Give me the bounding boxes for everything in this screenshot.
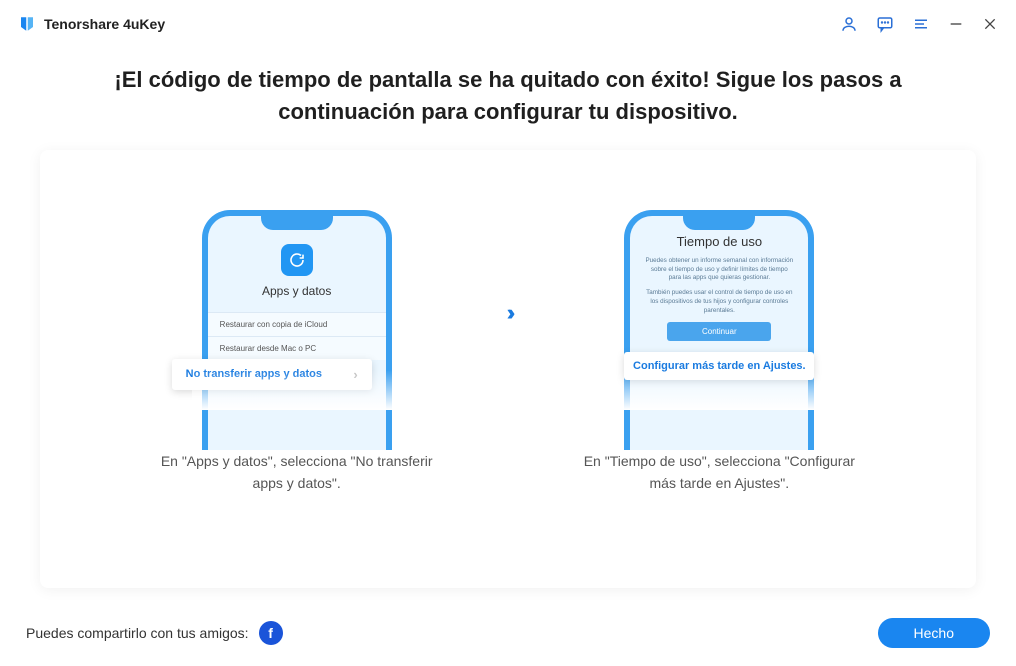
page-heading: ¡El código de tiempo de pantalla se ha q…	[0, 44, 1016, 150]
titlebar: Tenorshare 4uKey	[0, 0, 1016, 44]
phone2-continue: Continuar	[667, 322, 771, 341]
phone-notch	[683, 216, 755, 230]
double-chevron-icon: ››	[507, 300, 510, 326]
phone2-text-2: También puedes usar el control de tiempo…	[644, 289, 794, 315]
phone2-text-1: Puedes obtener un informe semanal con in…	[644, 257, 794, 283]
callout-1-text: No transferir apps y datos	[186, 368, 322, 380]
callout-2-text: Configurar más tarde en Ajustes.	[633, 360, 806, 372]
phone-illustration-1: Apps y datos Restaurar con copia de iClo…	[192, 210, 402, 410]
restore-icon	[281, 244, 313, 276]
facebook-icon[interactable]: f	[259, 621, 283, 645]
app-title: Tenorshare 4uKey	[44, 16, 165, 32]
step1-caption: En "Apps y datos", selecciona "No transf…	[157, 450, 437, 495]
chevron-right-icon: ›	[353, 367, 357, 382]
feedback-icon[interactable]	[876, 15, 894, 33]
minimize-button[interactable]	[948, 15, 964, 33]
account-icon[interactable]	[840, 15, 858, 33]
menu-icon[interactable]	[912, 15, 930, 33]
titlebar-right	[840, 15, 998, 33]
step-1: Apps y datos Restaurar con copia de iClo…	[117, 210, 477, 495]
step2-caption: En "Tiempo de uso", selecciona "Configur…	[579, 450, 859, 495]
app-logo-icon	[18, 15, 36, 33]
share-section: Puedes compartirlo con tus amigos: f	[26, 621, 283, 645]
phone2-title: Tiempo de uso	[644, 234, 794, 249]
close-button[interactable]	[982, 15, 998, 33]
instruction-card: Apps y datos Restaurar con copia de iClo…	[40, 150, 976, 588]
phone1-option-1: Restaurar con copia de iCloud	[208, 312, 386, 336]
callout-configure-later: Configurar más tarde en Ajustes.	[624, 352, 814, 380]
share-label: Puedes compartirlo con tus amigos:	[26, 625, 249, 641]
done-button[interactable]: Hecho	[878, 618, 990, 648]
step-2: Tiempo de uso Puedes obtener un informe …	[539, 210, 899, 495]
footer: Puedes compartirlo con tus amigos: f Hec…	[0, 602, 1016, 666]
phone-notch	[261, 216, 333, 230]
phone1-option-2: Restaurar desde Mac o PC	[208, 336, 386, 360]
titlebar-left: Tenorshare 4uKey	[18, 15, 165, 33]
phone-illustration-2: Tiempo de uso Puedes obtener un informe …	[614, 210, 824, 410]
phone1-title: Apps y datos	[208, 284, 386, 298]
callout-no-transfer: No transferir apps y datos ›	[172, 359, 372, 390]
